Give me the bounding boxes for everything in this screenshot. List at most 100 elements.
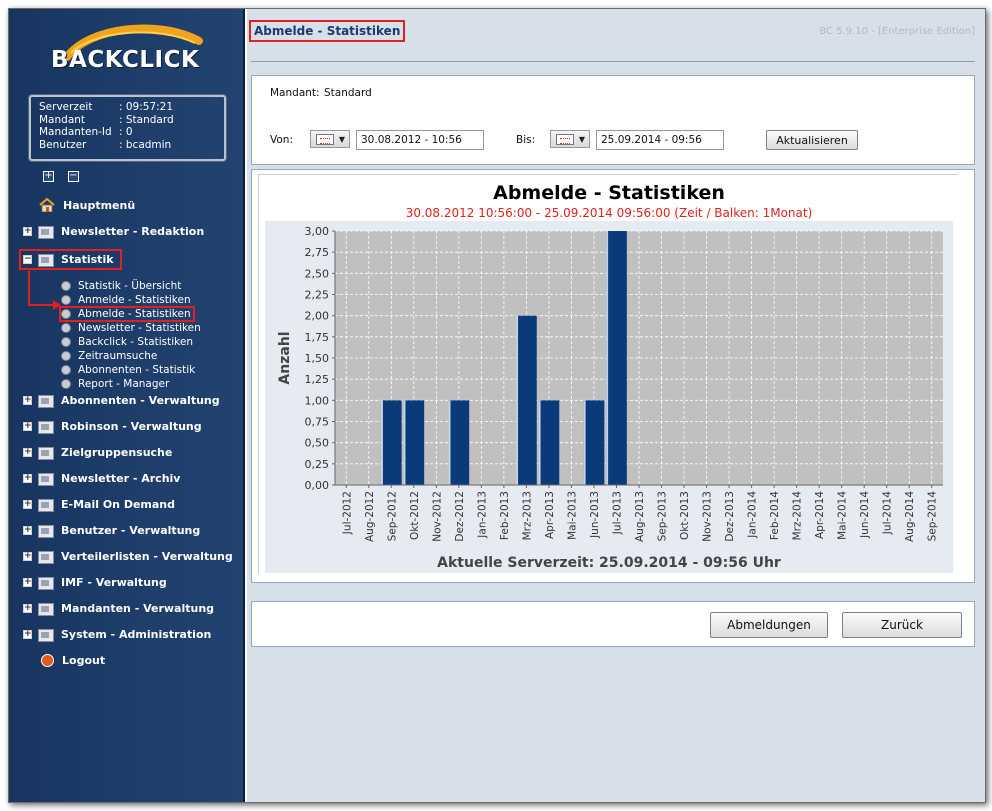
von-label: Von: — [270, 134, 293, 146]
x-tick-label: Mrz-2014 — [792, 491, 804, 541]
y-tick-label: 1,00 — [305, 394, 330, 407]
x-tick-label: Jan-2014 — [747, 491, 759, 539]
x-tick-label: Sep-2014 — [927, 491, 939, 542]
y-tick-label: 1,75 — [305, 331, 330, 344]
folder-icon — [37, 472, 54, 486]
folder-icon — [37, 524, 54, 538]
nav-label: Robinson - Verwaltung — [61, 420, 202, 433]
back-button[interactable]: Zurück — [842, 612, 962, 638]
y-tick-label: 2,50 — [305, 267, 330, 280]
submenu-item[interactable]: Abonnenten - Statistik — [61, 364, 195, 376]
expand-icon[interactable]: + — [23, 578, 32, 587]
nav-logout[interactable]: Logout — [41, 654, 105, 667]
dropdown-arrow-icon: ▼ — [338, 135, 345, 144]
bar — [516, 315, 537, 485]
x-tick-label: Mrz-2013 — [521, 491, 533, 540]
refresh-button[interactable]: Aktualisieren — [766, 130, 858, 150]
submenu-item[interactable]: Statistik - Übersicht — [61, 280, 181, 292]
chart: Abmelde - Statistiken 30.08.2012 10:56:00… — [258, 174, 959, 575]
folder-icon — [37, 550, 54, 564]
nav-section[interactable]: + Verteilerlisten - Verwaltung — [23, 550, 233, 564]
page-title: Abmelde - Statistiken — [249, 20, 406, 42]
submenu-item[interactable]: Abmelde - Statistiken — [59, 306, 195, 322]
nav-label: Logout — [62, 654, 106, 667]
expand-icon[interactable]: + — [23, 500, 32, 509]
bis-date-input[interactable]: 25.09.2014 - 09:56 — [596, 130, 724, 150]
submenu-label: Backclick - Statistiken — [78, 336, 193, 348]
submenu-label: Zeitraumsuche — [78, 350, 158, 362]
x-tick-label: Apr-2014 — [814, 491, 826, 539]
x-tick-label: Nov-2012 — [431, 491, 443, 542]
expand-icon[interactable]: + — [23, 630, 32, 639]
nav-section[interactable]: + Newsletter - Archiv — [23, 472, 181, 486]
y-axis-label: Anzahl — [277, 331, 293, 384]
nav-section[interactable]: + Benutzer - Verwaltung — [23, 524, 200, 538]
x-tick-label: Jul-2014 — [882, 491, 894, 535]
nav-section[interactable]: + Zielgruppensuche — [23, 446, 172, 460]
action-panel: Abmeldungen Zurück — [251, 601, 975, 647]
expand-icon[interactable]: + — [23, 604, 32, 613]
y-tick-label: 0,00 — [305, 479, 330, 492]
x-axis-label: Aktuelle Serverzeit: 25.09.2014 - 09:56 … — [437, 555, 781, 571]
title-bar: Abmelde - Statistiken BC 5.9.10 - [Enter… — [247, 9, 985, 57]
chart-svg: Abmelde - Statistiken 30.08.2012 10:56:00… — [259, 175, 959, 575]
chart-title: Abmelde - Statistiken — [493, 182, 725, 204]
expand-icon[interactable]: + — [23, 448, 32, 457]
y-tick-label: 0,75 — [305, 416, 330, 429]
bar — [538, 400, 560, 485]
submenu-label: Anmelde - Statistiken — [78, 294, 191, 306]
nav-label: System - Administration — [61, 628, 212, 641]
submenu-item[interactable]: Report - Manager — [61, 378, 169, 390]
main-content: Abmelde - Statistiken BC 5.9.10 - [Enter… — [247, 9, 985, 802]
nav-section[interactable]: + E-Mail On Demand — [23, 498, 175, 512]
nav-section[interactable]: + IMF - Verwaltung — [23, 576, 167, 590]
nav-label: Verteilerlisten - Verwaltung — [61, 550, 233, 563]
expand-icon[interactable]: + — [23, 526, 32, 535]
submenu-item[interactable]: Zeitraumsuche — [61, 350, 157, 362]
gear-icon — [61, 323, 71, 333]
expand-icon[interactable]: + — [23, 422, 32, 431]
x-tick-label: Feb-2014 — [769, 491, 781, 540]
application-window: BACKCLICK Serverzeit: 09:57:21 Mandant: S… — [8, 8, 986, 803]
calendar-icon — [556, 134, 574, 145]
divider — [251, 61, 975, 62]
y-tick-label: 2,75 — [305, 246, 330, 259]
x-tick-label: Jun-2014 — [859, 491, 871, 539]
bar-highlight — [606, 231, 609, 485]
bar — [583, 400, 605, 485]
expand-icon[interactable]: + — [23, 474, 32, 483]
bis-calendar-button[interactable]: ▼ — [550, 130, 590, 148]
filter-panel: Mandant: Standard Von: ▼ 30.08.2012 - 10… — [251, 75, 975, 165]
submenu-item[interactable]: Newsletter - Statistiken — [61, 322, 201, 334]
submenu-label: Newsletter - Statistiken — [78, 322, 201, 334]
submenu-label: Abonnenten - Statistik — [78, 364, 196, 376]
y-tick-label: 2,00 — [305, 310, 330, 323]
x-tick-label: Sep-2012 — [386, 491, 398, 541]
von-date-input[interactable]: 30.08.2012 - 10:56 — [356, 130, 484, 150]
bar-highlight — [448, 400, 451, 485]
expand-icon[interactable]: + — [23, 552, 32, 561]
expand-icon[interactable]: + — [23, 396, 32, 405]
x-tick-label: Jul-2013 — [611, 491, 623, 535]
y-tick-label: 0,25 — [305, 458, 330, 471]
x-tick-label: Aug-2012 — [364, 491, 376, 542]
nav-section[interactable]: + System - Administration — [23, 628, 212, 642]
nav-section[interactable]: + Mandanten - Verwaltung — [23, 602, 215, 616]
folder-icon — [37, 498, 54, 512]
nav-label: Newsletter - Archiv — [61, 472, 181, 485]
folder-icon — [37, 420, 54, 434]
gear-icon — [61, 365, 71, 375]
nav-label: Mandanten - Verwaltung — [61, 602, 215, 615]
mandant-label: Mandant: — [270, 87, 320, 99]
y-tick-label: 2,25 — [305, 289, 330, 302]
submenu-item[interactable]: Anmelde - Statistiken — [61, 294, 191, 306]
nav-section[interactable]: + Abonnenten - Verwaltung — [23, 394, 220, 408]
abmeldungen-button[interactable]: Abmeldungen — [710, 612, 828, 638]
x-tick-label: Aug-2014 — [904, 491, 916, 542]
version-label: BC 5.9.10 - [Enterprise Edition] — [819, 26, 975, 37]
bar — [380, 400, 402, 485]
nav-section[interactable]: + Robinson - Verwaltung — [23, 420, 202, 434]
von-calendar-button[interactable]: ▼ — [310, 130, 350, 148]
submenu-item[interactable]: Backclick - Statistiken — [61, 336, 193, 348]
y-tick-label: 1,50 — [305, 352, 330, 365]
